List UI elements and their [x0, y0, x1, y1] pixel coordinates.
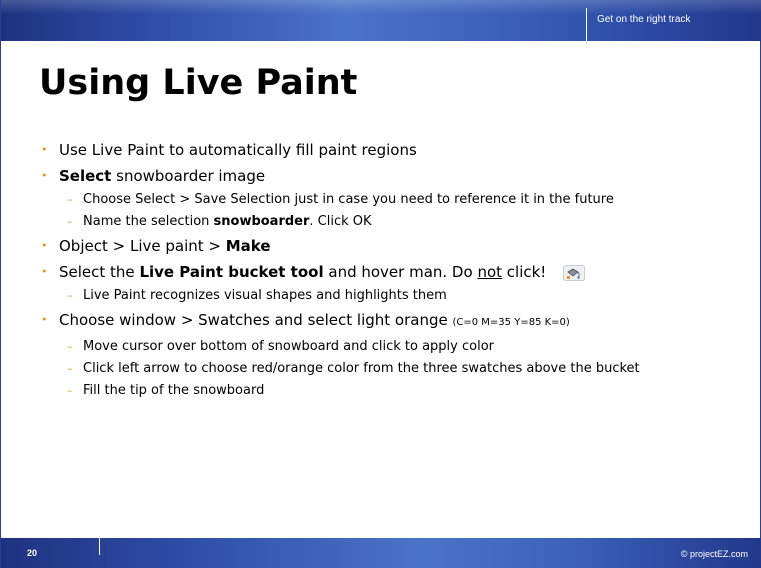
footer-bar: 20 © projectEZ.com [1, 538, 761, 568]
bullet-dot-icon: • [41, 239, 48, 252]
header-tagline: Get on the right track [597, 14, 691, 25]
live-paint-bucket-icon [563, 264, 586, 281]
cmyk-values: (C=0 M=35 Y=85 K=0) [452, 317, 570, 328]
sub-bullet-text: Choose Select > Save Selection just in c… [83, 192, 614, 207]
footer-divider [99, 538, 100, 555]
sub-bullet-text: Move cursor over bottom of snowboard and… [83, 339, 495, 354]
bullet-item: • Use Live Paint to automatically fill p… [39, 140, 739, 160]
sub-bullet-item: – Click left arrow to choose red/orange … [39, 361, 739, 377]
sub-bullet-item: – Fill the tip of the snowboard [39, 383, 739, 399]
dash-bullet-icon: – [67, 193, 73, 206]
dash-bullet-icon: – [67, 340, 73, 353]
sub-bullet-text: Name the selection [83, 214, 214, 229]
sub-bullet-item: – Choose Select > Save Selection just in… [39, 192, 739, 208]
sub-bullet-text: Click left arrow to choose red/orange co… [83, 361, 640, 376]
header-bar: Get on the right track [1, 0, 761, 41]
bullet-dot-icon: • [41, 143, 48, 156]
bullet-bold-text: Select [59, 167, 112, 185]
bullet-text: Select the [59, 263, 140, 281]
copyright-text: © projectEZ.com [680, 549, 748, 559]
bullet-underlined-text: not [477, 263, 503, 281]
bullet-text: Choose window > Swatches and select ligh… [59, 311, 453, 329]
slide-title: Using Live Paint [39, 63, 358, 103]
bullet-dot-icon: • [41, 169, 48, 182]
header-sheen [1, 0, 761, 14]
bullet-item: • Select snowboarder image [39, 166, 739, 186]
bullet-list: • Use Live Paint to automatically fill p… [39, 140, 739, 405]
bullet-bold-text: Make [225, 237, 271, 255]
bullet-text: Use Live Paint to automatically fill pai… [59, 141, 417, 159]
sub-bullet-item: – Live Paint recognizes visual shapes an… [39, 288, 739, 304]
bullet-dot-icon: • [41, 265, 48, 278]
sub-bullet-text: . Click OK [309, 214, 372, 229]
bullet-dot-icon: • [41, 313, 48, 326]
bullet-item: • Object > Live paint > Make [39, 236, 739, 256]
bullet-item: • Choose window > Swatches and select li… [39, 310, 739, 333]
dash-bullet-icon: – [67, 215, 73, 228]
slide: Get on the right track Using Live Paint … [0, 0, 761, 568]
sub-bullet-item: – Move cursor over bottom of snowboard a… [39, 339, 739, 355]
bullet-item: • Select the Live Paint bucket tool and … [39, 262, 739, 282]
dash-bullet-icon: – [67, 362, 73, 375]
header-divider [586, 8, 587, 41]
dash-bullet-icon: – [67, 384, 73, 397]
sub-bullet-bold-text: snowboarder [213, 214, 310, 229]
bullet-bold-text: Live Paint bucket tool [139, 263, 324, 281]
sub-bullet-item: – Name the selection snowboarder. Click … [39, 214, 739, 230]
bullet-text: snowboarder image [111, 167, 266, 185]
sub-bullet-text: Live Paint recognizes visual shapes and … [83, 288, 447, 303]
dash-bullet-icon: – [67, 289, 73, 302]
sub-bullet-text: Fill the tip of the snowboard [83, 383, 265, 398]
page-number: 20 [27, 548, 38, 558]
bullet-text: and hover man. Do [323, 263, 478, 281]
bullet-text: click! [502, 263, 547, 281]
bullet-text: Object > Live paint > [59, 237, 226, 255]
